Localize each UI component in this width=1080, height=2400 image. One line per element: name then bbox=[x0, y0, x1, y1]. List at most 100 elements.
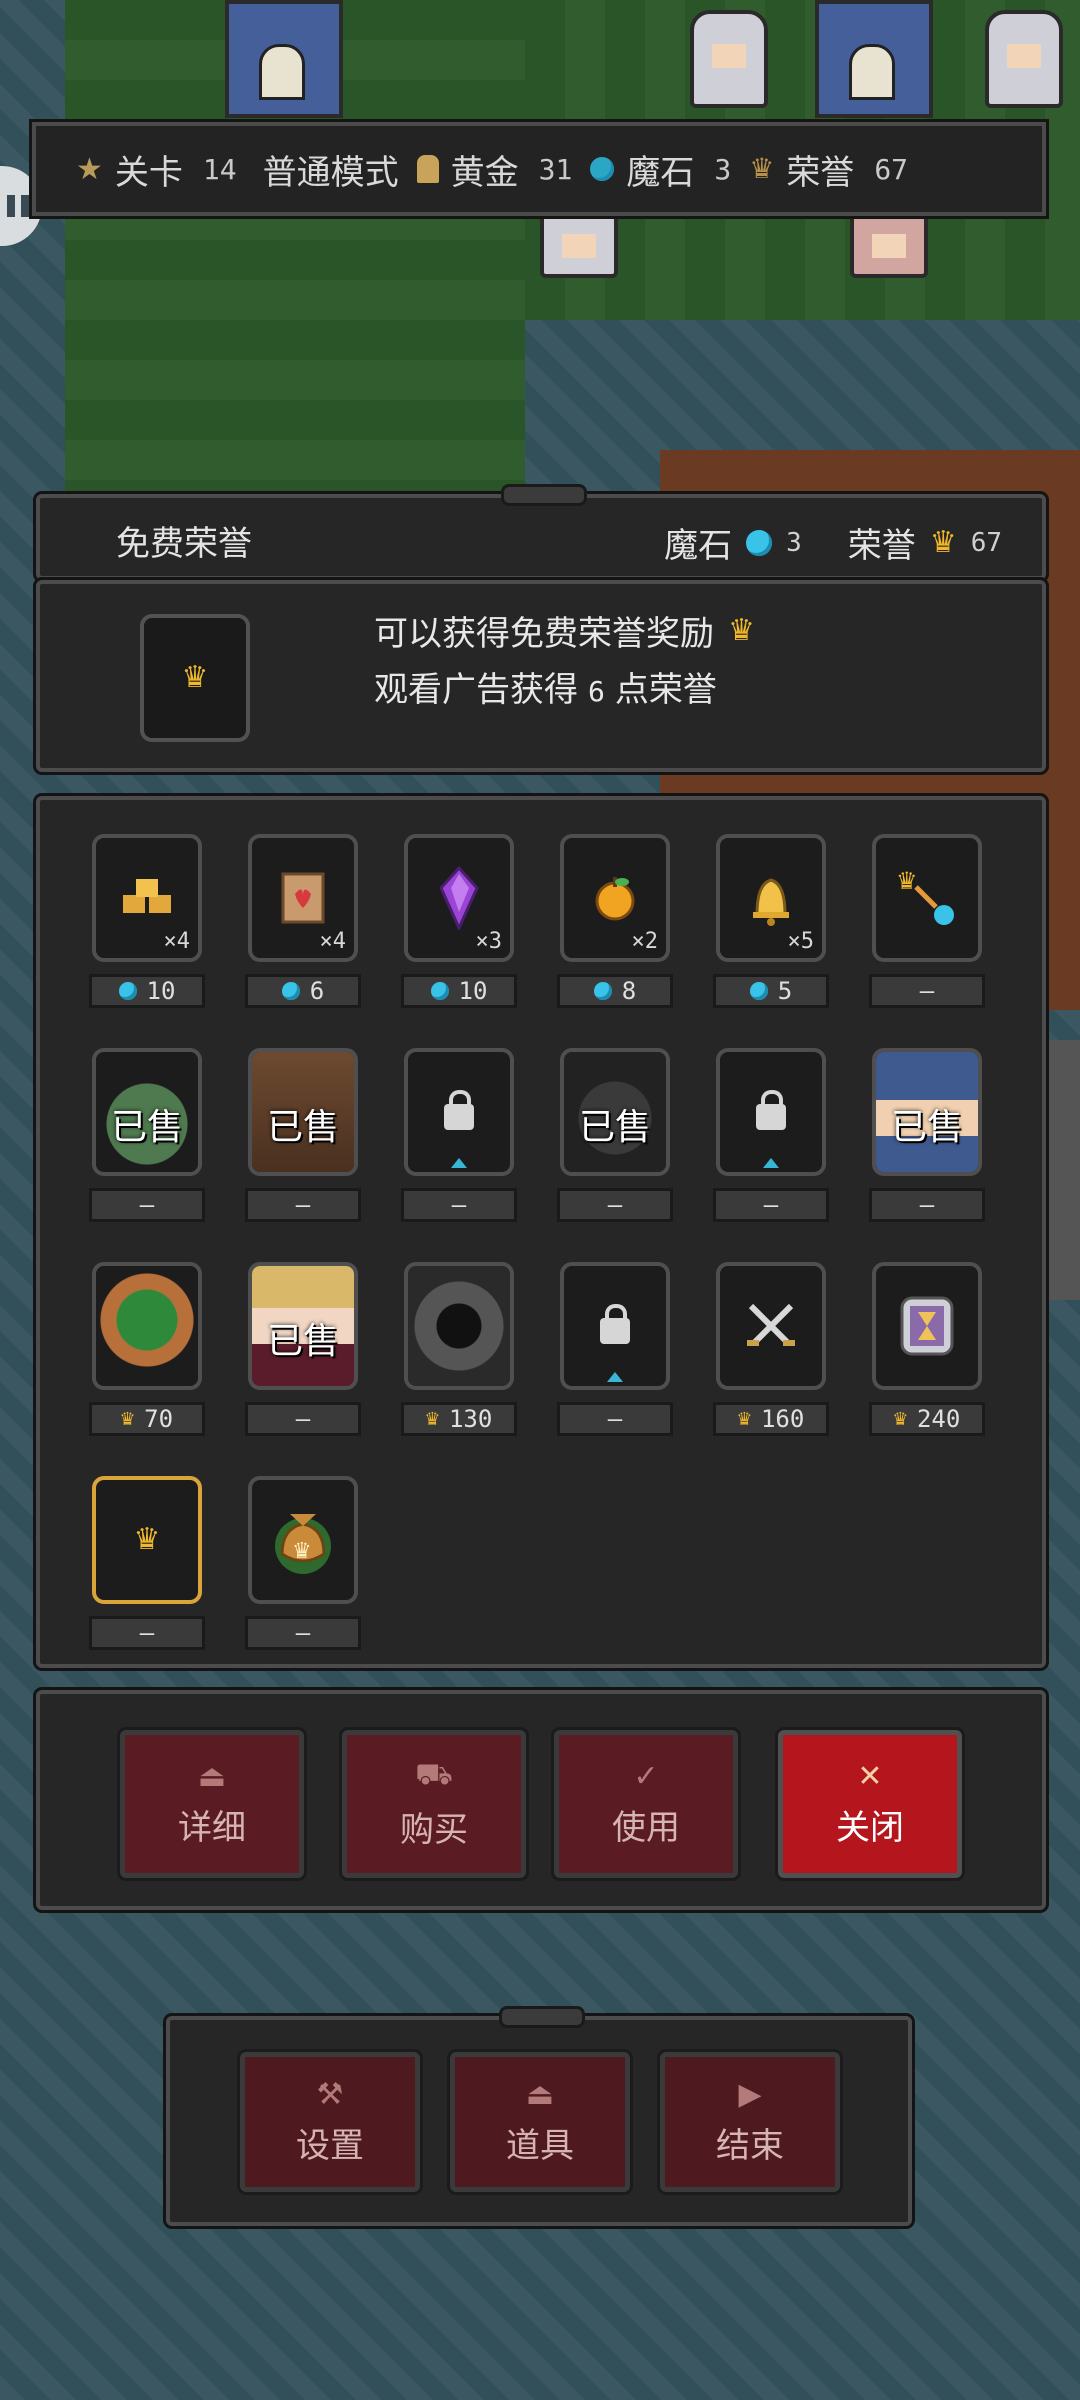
gem-icon bbox=[746, 529, 773, 556]
sold-badge: 已售 bbox=[266, 1321, 339, 1362]
details-button[interactable]: ⏏ 详细 bbox=[117, 1727, 307, 1881]
magic-stone-value: 3 bbox=[786, 527, 802, 558]
gold-label: 黄金 bbox=[450, 152, 519, 193]
shop-item[interactable]: ♛ 70 bbox=[89, 1262, 205, 1436]
shop-item[interactable]: ♛ 240 bbox=[869, 1262, 985, 1436]
buy-button[interactable]: ⛟ 购买 bbox=[339, 1727, 529, 1881]
purple-crystal-icon[interactable]: ×3 bbox=[404, 834, 514, 962]
shop-item[interactable]: ♛ — bbox=[89, 1476, 205, 1650]
ad-reward-text: 观看广告获得 6 点荣誉 bbox=[374, 670, 717, 710]
magic-stone-value: 3 bbox=[714, 152, 732, 186]
locked-slot[interactable] bbox=[404, 1048, 514, 1176]
end-button[interactable]: ▶ 结束 bbox=[657, 2049, 843, 2195]
golden-bell-icon[interactable]: ×5 bbox=[716, 834, 826, 962]
knight-unit[interactable] bbox=[690, 10, 768, 108]
currency-summary: 魔石 3 荣誉 ♛ 67 bbox=[664, 518, 1002, 567]
sold-badge: 已售 bbox=[266, 1107, 339, 1148]
item-price: — bbox=[869, 1188, 985, 1222]
level-value: 14 bbox=[202, 152, 237, 186]
shop-item[interactable]: 已售 — bbox=[557, 1048, 673, 1222]
shop-item[interactable]: — bbox=[557, 1262, 673, 1436]
stone-terrain bbox=[1040, 1040, 1080, 1300]
shop-item[interactable]: — bbox=[401, 1048, 517, 1222]
gem-marker-icon bbox=[451, 1158, 467, 1168]
crown-icon: ♛ bbox=[181, 660, 209, 695]
locked-slot[interactable] bbox=[560, 1262, 670, 1390]
shop-item[interactable]: ×4 10 bbox=[89, 834, 205, 1008]
castle-tile[interactable] bbox=[815, 0, 933, 118]
crown-to-gem-exchange-icon[interactable]: ♛ bbox=[872, 834, 982, 962]
items-button[interactable]: ⏏ 道具 bbox=[447, 2049, 633, 2195]
close-button[interactable]: ✕ 关闭 bbox=[775, 1727, 965, 1881]
crown-icon[interactable]: ♛ bbox=[92, 1476, 202, 1604]
hourglass-icon[interactable] bbox=[872, 1262, 982, 1390]
svg-text:♛: ♛ bbox=[292, 1539, 312, 1564]
golden-apple-icon[interactable]: ×2 bbox=[560, 834, 670, 962]
honor-label: 荣誉 bbox=[786, 152, 855, 193]
status-bar: ★ 关卡 14 普通模式 黄金 31 魔石 3 ♛ 荣誉 67 bbox=[29, 119, 1049, 219]
flask-icon: ⏏ bbox=[197, 1759, 227, 1794]
item-price: 5 bbox=[713, 974, 829, 1008]
green-slime-portrait[interactable]: 已售 bbox=[92, 1048, 202, 1176]
use-button[interactable]: ✓ 使用 bbox=[551, 1727, 741, 1881]
castle-tile[interactable] bbox=[225, 0, 343, 118]
crossed-swords-icon[interactable] bbox=[716, 1262, 826, 1390]
shop-item[interactable]: ♛ 160 bbox=[713, 1262, 829, 1436]
gem-marker-icon bbox=[763, 1158, 779, 1168]
item-quantity: ×5 bbox=[787, 929, 815, 954]
shop-item[interactable]: 已售 — bbox=[89, 1048, 205, 1222]
hooded-mage-portrait[interactable]: 已售 bbox=[560, 1048, 670, 1176]
magic-stone-indicator: 魔石 3 bbox=[590, 145, 731, 194]
knight-unit[interactable] bbox=[985, 10, 1063, 108]
gem-icon bbox=[593, 982, 612, 1000]
settings-button[interactable]: ⚒ 设置 bbox=[237, 2049, 423, 2195]
sold-badge: 已售 bbox=[578, 1107, 651, 1148]
wrench-icon: ⚒ bbox=[316, 2077, 344, 2112]
gold-icon bbox=[416, 155, 439, 183]
lock-icon bbox=[756, 1090, 786, 1130]
shop-item[interactable]: ♛ 130 bbox=[401, 1262, 517, 1436]
item-price: 6 bbox=[245, 974, 361, 1008]
item-price: ♛ 70 bbox=[89, 1402, 205, 1436]
item-quantity: ×3 bbox=[475, 929, 503, 954]
shop-item[interactable]: — bbox=[713, 1048, 829, 1222]
locked-slot[interactable] bbox=[716, 1048, 826, 1176]
forest-guardian-portrait[interactable] bbox=[92, 1262, 202, 1390]
sold-badge: 已售 bbox=[110, 1107, 183, 1148]
blue-knight-portrait[interactable]: 已售 bbox=[872, 1048, 982, 1176]
gem-marker-icon bbox=[607, 1372, 623, 1382]
crown-icon: ♛ bbox=[728, 612, 755, 648]
honor-value: 67 bbox=[970, 527, 1002, 558]
shop-item[interactable]: ♛ — bbox=[245, 1476, 361, 1650]
shop-item[interactable]: 已售 — bbox=[869, 1048, 985, 1222]
item-price: 8 bbox=[557, 974, 673, 1008]
shop-item[interactable]: ×4 6 bbox=[245, 834, 361, 1008]
lock-icon bbox=[444, 1090, 474, 1130]
gem-icon bbox=[281, 982, 300, 1000]
gem-icon bbox=[590, 157, 615, 181]
item-price: 10 bbox=[89, 974, 205, 1008]
shop-item[interactable]: ×3 10 bbox=[401, 834, 517, 1008]
shop-grid: ×4 10 ×4 6 ×3 10 ×2 8 ×5 5 ♛ — 已售 — 已售 —… bbox=[89, 834, 985, 1650]
shop-item[interactable]: 已售 — bbox=[245, 1048, 361, 1222]
pause-icon bbox=[7, 195, 15, 217]
shop-item[interactable]: ♛ — bbox=[869, 834, 985, 1008]
lock-icon bbox=[600, 1304, 630, 1344]
item-price: ♛ 130 bbox=[401, 1402, 517, 1436]
bottom-menu: ⚒ 设置 ⏏ 道具 ▶ 结束 bbox=[163, 2006, 915, 2229]
crown-bag-icon[interactable]: ♛ bbox=[248, 1476, 358, 1604]
shop-item[interactable]: ×2 8 bbox=[557, 834, 673, 1008]
shop-item[interactable]: 已售 — bbox=[245, 1262, 361, 1436]
tree-ent-portrait[interactable]: 已售 bbox=[248, 1048, 358, 1176]
item-price: — bbox=[713, 1188, 829, 1222]
item-price: ♛ 160 bbox=[713, 1402, 829, 1436]
gold-bars-icon[interactable]: ×4 bbox=[92, 834, 202, 962]
blonde-girl-portrait[interactable]: 已售 bbox=[248, 1262, 358, 1390]
level-indicator: ★ 关卡 14 普通模式 bbox=[76, 145, 399, 194]
close-icon: ✕ bbox=[857, 1759, 883, 1794]
heart-scroll-icon[interactable]: ×4 bbox=[248, 834, 358, 962]
shop-item[interactable]: ×5 5 bbox=[713, 834, 829, 1008]
dark-reaper-portrait[interactable] bbox=[404, 1262, 514, 1390]
crown-icon: ♛ bbox=[749, 152, 775, 185]
check-icon: ✓ bbox=[633, 1759, 659, 1794]
